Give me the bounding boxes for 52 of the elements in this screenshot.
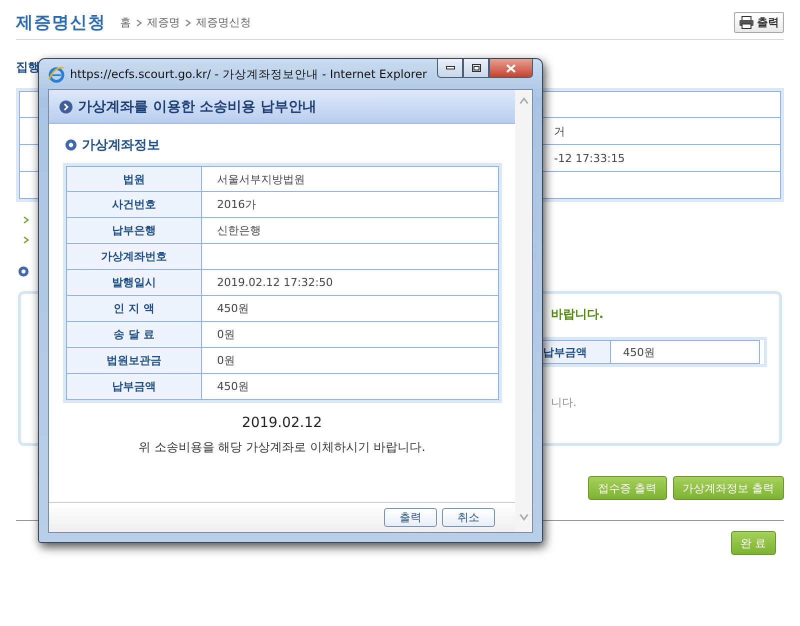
breadcrumb-item[interactable]: 홈 — [120, 15, 131, 30]
row-label: 납부금액 — [67, 374, 202, 399]
row-value: 450원 — [216, 301, 250, 317]
section-title: 가상계좌정보 — [82, 137, 160, 154]
row-label: 가상계좌번호 — [67, 244, 202, 269]
breadcrumb-item[interactable]: 제증명신청 — [196, 15, 251, 30]
chevron-icon — [22, 216, 30, 224]
row-label: 법원 — [67, 167, 202, 191]
row-label: 사건번호 — [67, 192, 202, 217]
transfer-message: 위 소송비용을 해당 가상계좌로 이체하시기 바랍니다. — [138, 439, 426, 456]
row-label: 송 달 료 — [67, 322, 202, 347]
minimize-icon — [446, 66, 454, 70]
close-button[interactable] — [489, 59, 533, 78]
row-label: 발행일시 — [67, 270, 202, 295]
popup-heading: 가상계좌를 이용한 소송비용 납부안내 — [78, 98, 317, 116]
scroll-down-icon — [518, 512, 528, 522]
breadcrumb-item[interactable]: 제증명 — [147, 15, 180, 30]
row-label: 인 지 액 — [67, 296, 202, 321]
issue-date: 2019.02.12 — [240, 415, 324, 431]
table-cell-text: 거 — [553, 124, 566, 140]
notice-text: 니다. — [551, 395, 578, 410]
row-label: 법원보관금 — [67, 348, 202, 373]
notice-heading: 바랍니다. — [551, 306, 605, 323]
chevron-icon — [135, 18, 143, 26]
browser-icon — [48, 66, 65, 82]
row-label: 납부은행 — [67, 218, 202, 243]
minimize-button[interactable] — [437, 59, 463, 78]
bullet-icon — [65, 139, 77, 151]
table-cell-text: -12 17:33:15 — [553, 150, 626, 166]
scrollbar[interactable] — [515, 90, 532, 532]
bullet-icon — [59, 100, 73, 114]
scroll-up-icon — [518, 96, 528, 106]
bullet-icon — [18, 266, 29, 277]
chevron-icon — [184, 18, 192, 26]
page-title: 제증명신청 — [16, 12, 106, 34]
maximize-button[interactable] — [463, 59, 489, 78]
close-icon — [506, 64, 516, 72]
print-button[interactable]: 출력 — [384, 508, 437, 527]
printer-icon — [739, 16, 754, 29]
row-value: 2019.02.12 17:32:50 — [216, 275, 334, 291]
row-value: 450원 — [216, 379, 250, 395]
row-value: 신한은행 — [216, 223, 262, 239]
amount-value: 450원 — [610, 340, 760, 364]
row-value: 서울서부지방법원 — [216, 172, 306, 188]
row-value: 0원 — [216, 327, 236, 343]
chevron-icon — [22, 236, 30, 244]
window-title: https://ecfs.scourt.go.kr/ - 가상계좌정보안내 - Internet Explorer — [70, 66, 428, 82]
maximize-icon — [472, 64, 480, 72]
row-value: 0원 — [216, 353, 236, 369]
print-button[interactable]: 출력 — [734, 12, 784, 33]
row-value: 2016가 — [216, 197, 257, 213]
cancel-button[interactable]: 취소 — [442, 508, 495, 527]
